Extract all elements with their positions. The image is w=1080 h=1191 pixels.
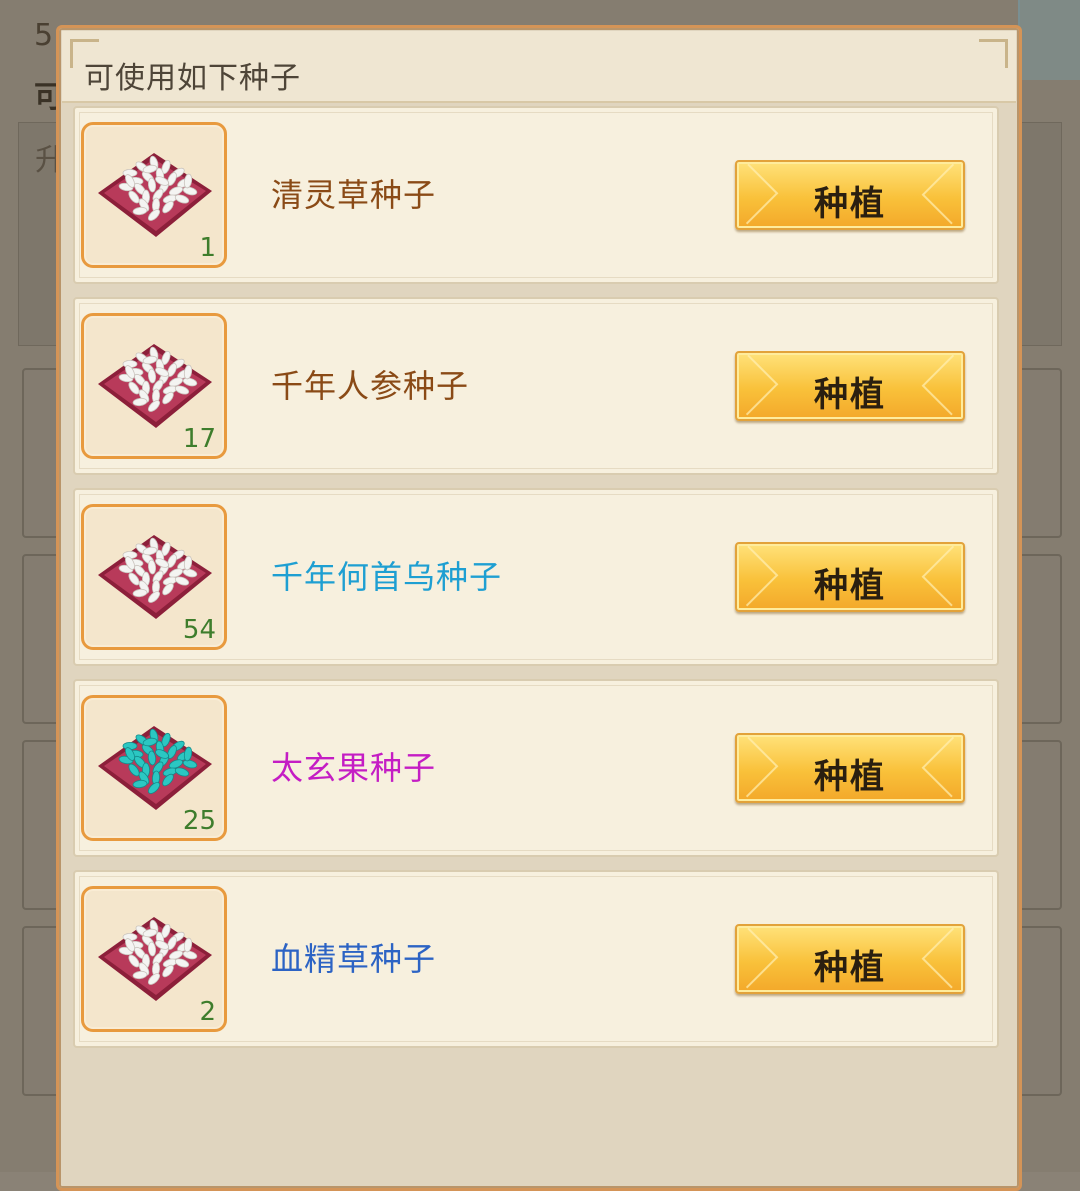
seed-item-slot[interactable]: 1 — [81, 122, 227, 268]
seed-pile-icon — [98, 153, 212, 237]
seed-pile-icon — [98, 726, 212, 810]
seed-pile-icon — [98, 344, 212, 428]
dialog-title: 可使用如下种子 — [84, 61, 301, 96]
seed-row: 1 清灵草种子 种植 — [73, 106, 999, 284]
seed-count: 54 — [182, 615, 216, 645]
seed-count: 1 — [199, 233, 216, 263]
plant-button[interactable]: 种植 — [735, 542, 965, 612]
plant-button[interactable]: 种植 — [735, 160, 965, 230]
plant-button[interactable]: 种植 — [735, 924, 965, 994]
background-title: 5 — [34, 18, 54, 53]
seed-item-slot[interactable]: 17 — [81, 313, 227, 459]
plant-button[interactable]: 种植 — [735, 351, 965, 421]
plant-button-label: 种植 — [814, 757, 886, 797]
seed-item-slot[interactable]: 2 — [81, 886, 227, 1032]
seed-select-dialog: 可使用如下种子 1 清灵草种子 种植 17 千年人参种子 种植 54 千年何首乌… — [56, 25, 1022, 1191]
plant-button-label: 种植 — [814, 948, 886, 988]
plant-button-label: 种植 — [814, 184, 886, 224]
seed-row: 17 千年人参种子 种植 — [73, 297, 999, 475]
seed-name: 清灵草种子 — [271, 176, 437, 214]
dialog-header: 可使用如下种子 — [62, 31, 1016, 103]
seed-name: 太玄果种子 — [271, 749, 437, 787]
seed-count: 17 — [182, 424, 216, 454]
seed-pile-icon — [98, 535, 212, 619]
seed-name: 千年何首乌种子 — [271, 558, 503, 596]
seed-name: 血精草种子 — [271, 940, 437, 978]
background-side-tab — [1018, 0, 1080, 80]
seed-pile-icon — [98, 917, 212, 1001]
plant-button-label: 种植 — [814, 566, 886, 606]
seed-row: 54 千年何首乌种子 种植 — [73, 488, 999, 666]
seed-row: 25 太玄果种子 种植 — [73, 679, 999, 857]
seed-item-slot[interactable]: 25 — [81, 695, 227, 841]
plant-button[interactable]: 种植 — [735, 733, 965, 803]
plant-button-label: 种植 — [814, 375, 886, 415]
seed-name: 千年人参种子 — [271, 367, 470, 405]
corner-ornament-icon — [979, 39, 1008, 68]
seed-count: 2 — [199, 997, 216, 1027]
seed-count: 25 — [182, 806, 216, 836]
seed-item-slot[interactable]: 54 — [81, 504, 227, 650]
seed-row: 2 血精草种子 种植 — [73, 870, 999, 1048]
seed-list: 1 清灵草种子 种植 17 千年人参种子 种植 54 千年何首乌种子 种植 25… — [73, 106, 999, 1061]
